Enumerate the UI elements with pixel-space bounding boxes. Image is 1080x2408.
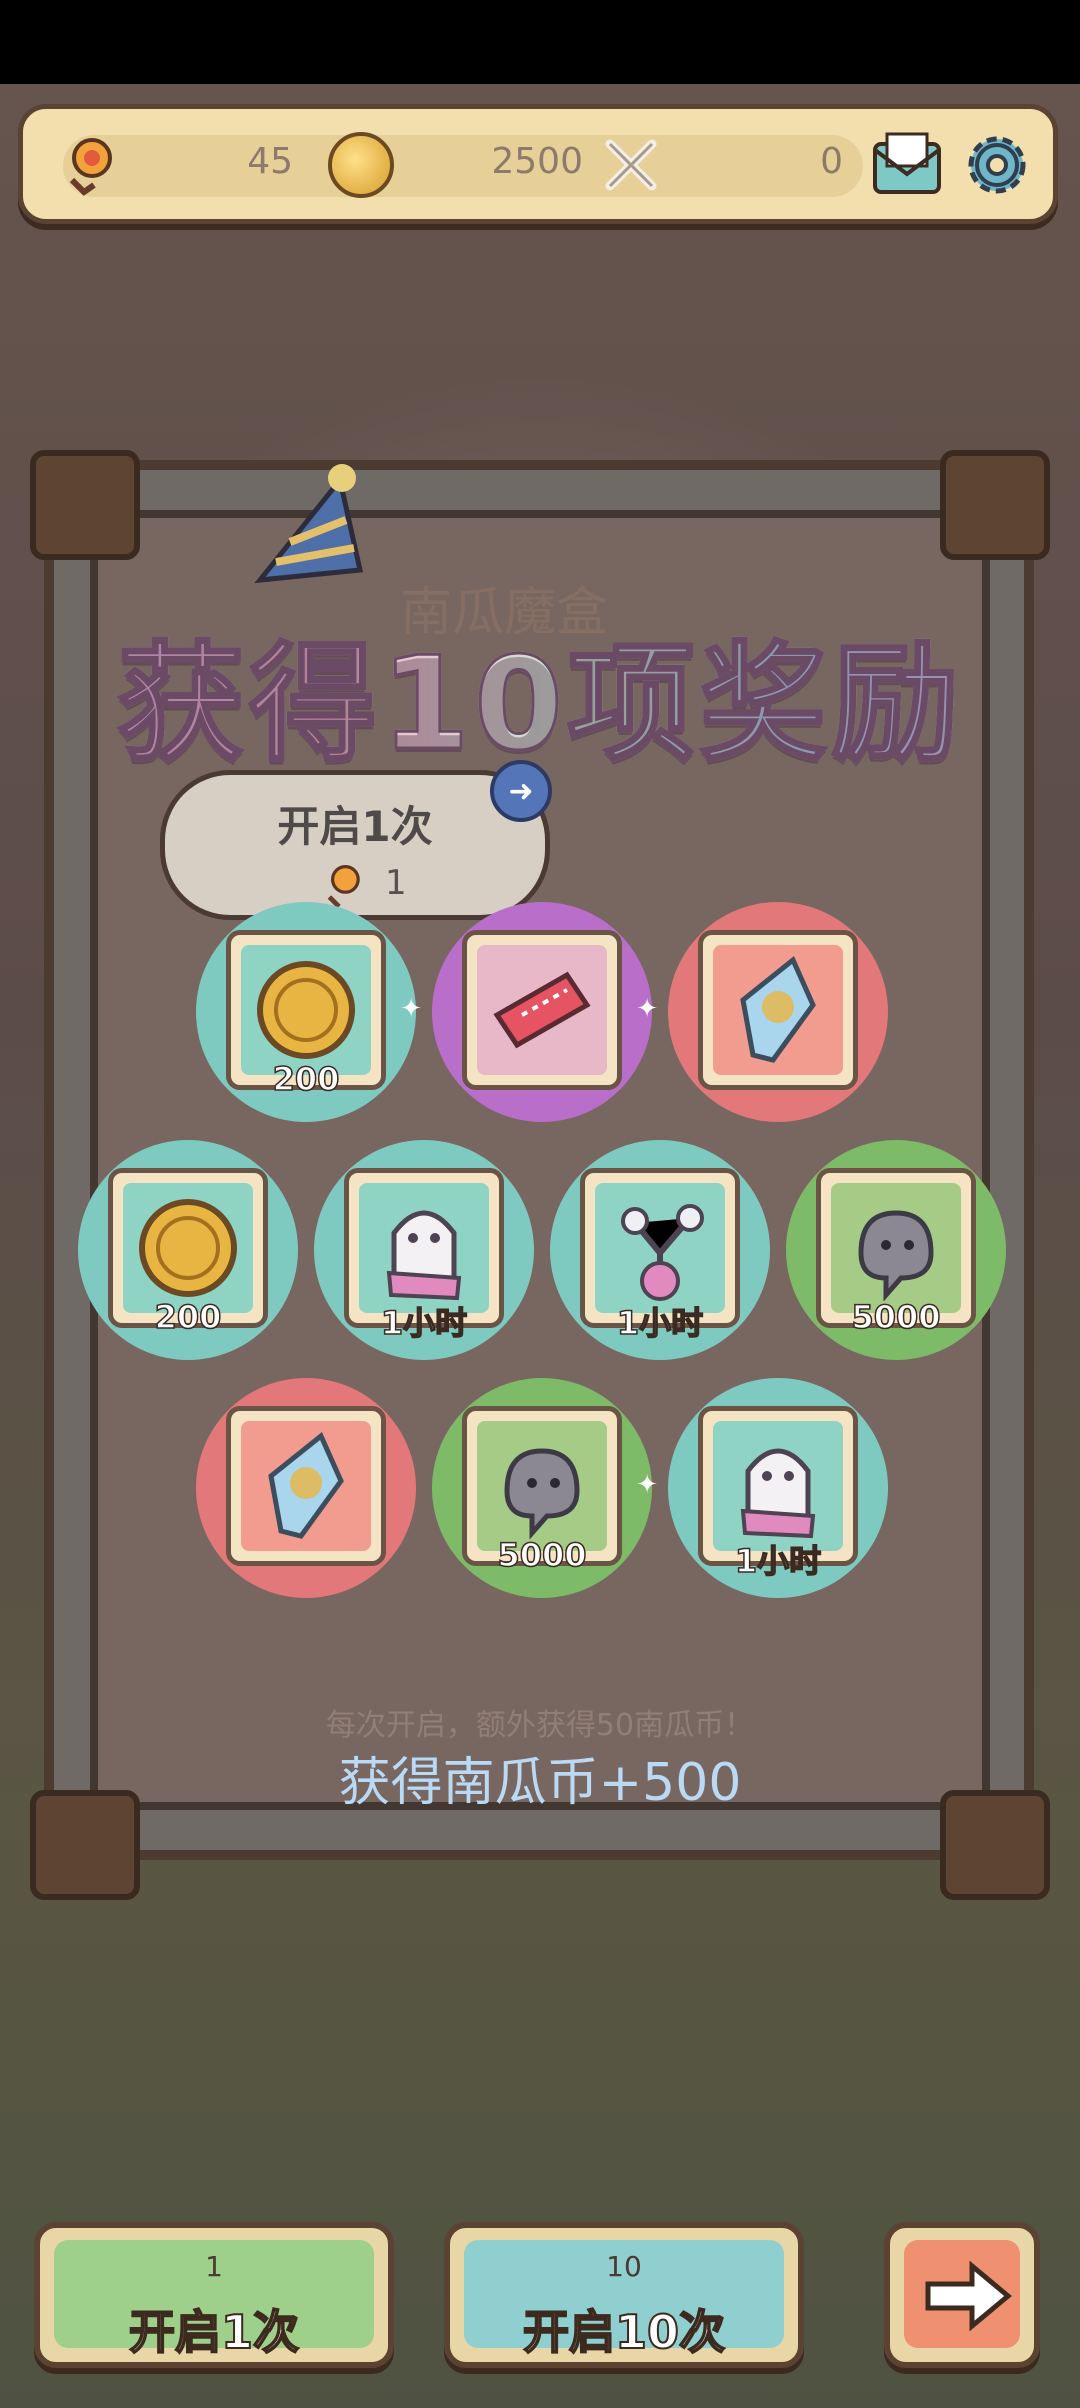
potion-icon bbox=[621, 1204, 704, 1301]
reward-quantity: 1小时 bbox=[734, 1541, 822, 1581]
flower-token-icon bbox=[49, 125, 129, 205]
reward-item: 1小时 bbox=[314, 1140, 534, 1360]
reward-item: 1小时 bbox=[550, 1140, 770, 1360]
reward-quantity: 200 bbox=[272, 1059, 340, 1099]
open-once-cost: 1 bbox=[385, 863, 407, 903]
mail-icon bbox=[873, 132, 941, 194]
frame-corner bbox=[940, 450, 1050, 560]
pumpkin-coin-gain: 获得南瓜币+500 bbox=[338, 1753, 742, 1813]
mail-button[interactable] bbox=[865, 123, 949, 207]
reward-item: 5000 bbox=[786, 1140, 1006, 1360]
gear-icon bbox=[968, 136, 1026, 194]
reward-item: 200 ✦ bbox=[196, 902, 422, 1122]
reward-quantity: 200 bbox=[154, 1297, 222, 1337]
reward-quantity: 1小时 bbox=[616, 1303, 704, 1343]
open-once-cost: 1 bbox=[205, 2250, 223, 2283]
pumpkin-coin-icon bbox=[139, 1199, 237, 1297]
reward-item bbox=[196, 1378, 416, 1598]
open-ten-button[interactable]: 10 开启10次 bbox=[444, 2222, 804, 2368]
reward-quantity: 5000 bbox=[851, 1297, 942, 1337]
arrow-right-icon: ➜ bbox=[490, 760, 552, 822]
ghost-costume-icon bbox=[386, 1210, 462, 1301]
ticket-icon bbox=[493, 971, 591, 1049]
pumpkin-coin-count: 2500 bbox=[491, 141, 583, 182]
reward-item: 5000 ✦ bbox=[432, 1378, 658, 1598]
open-once-button-label: 开启1次 bbox=[128, 2304, 300, 2360]
pumpkin-coin-icon bbox=[257, 961, 355, 1059]
reward-item: 200 bbox=[78, 1140, 298, 1360]
arrow-right-icon bbox=[925, 2260, 1012, 2332]
ghost-costume-icon bbox=[740, 1448, 816, 1539]
crossed-bones-count: 0 bbox=[820, 141, 843, 182]
open-ten-cost: 10 bbox=[606, 2250, 642, 2283]
soul-blob-icon bbox=[858, 1210, 934, 1302]
party-hat-icon bbox=[254, 464, 364, 584]
resource-bar: 45 2500 0 bbox=[18, 104, 1058, 224]
crossed-bones-icon bbox=[591, 125, 671, 205]
pumpkin-coin-icon bbox=[321, 125, 401, 205]
frame-corner bbox=[30, 450, 140, 560]
flower-token-count: 45 bbox=[247, 141, 293, 182]
crystal-icon bbox=[268, 1432, 344, 1539]
status-bar bbox=[0, 0, 1080, 84]
sparkle-icon: ✦ bbox=[636, 1470, 658, 1500]
crystal-icon bbox=[740, 956, 816, 1063]
next-button[interactable] bbox=[884, 2222, 1040, 2368]
sparkle-icon: ✦ bbox=[636, 994, 658, 1024]
settings-button[interactable] bbox=[955, 123, 1039, 207]
sparkle-icon: ✦ bbox=[400, 994, 422, 1024]
bonus-note: 每次开启，额外获得50南瓜币！ bbox=[325, 1708, 755, 1743]
reward-headline: 获得10项奖励 bbox=[0, 600, 1080, 785]
open-once-label: 开启1次 bbox=[277, 802, 433, 851]
reward-quantity: 5000 bbox=[497, 1535, 588, 1575]
reward-item: ✦ bbox=[432, 902, 658, 1122]
open-once-button[interactable]: 1 开启1次 bbox=[34, 2222, 394, 2368]
open-ten-button-label: 开启10次 bbox=[522, 2304, 726, 2360]
soul-blob-icon bbox=[504, 1448, 580, 1540]
reward-item bbox=[668, 902, 888, 1122]
reward-item: 1小时 bbox=[668, 1378, 888, 1598]
reward-quantity: 1小时 bbox=[380, 1303, 468, 1343]
